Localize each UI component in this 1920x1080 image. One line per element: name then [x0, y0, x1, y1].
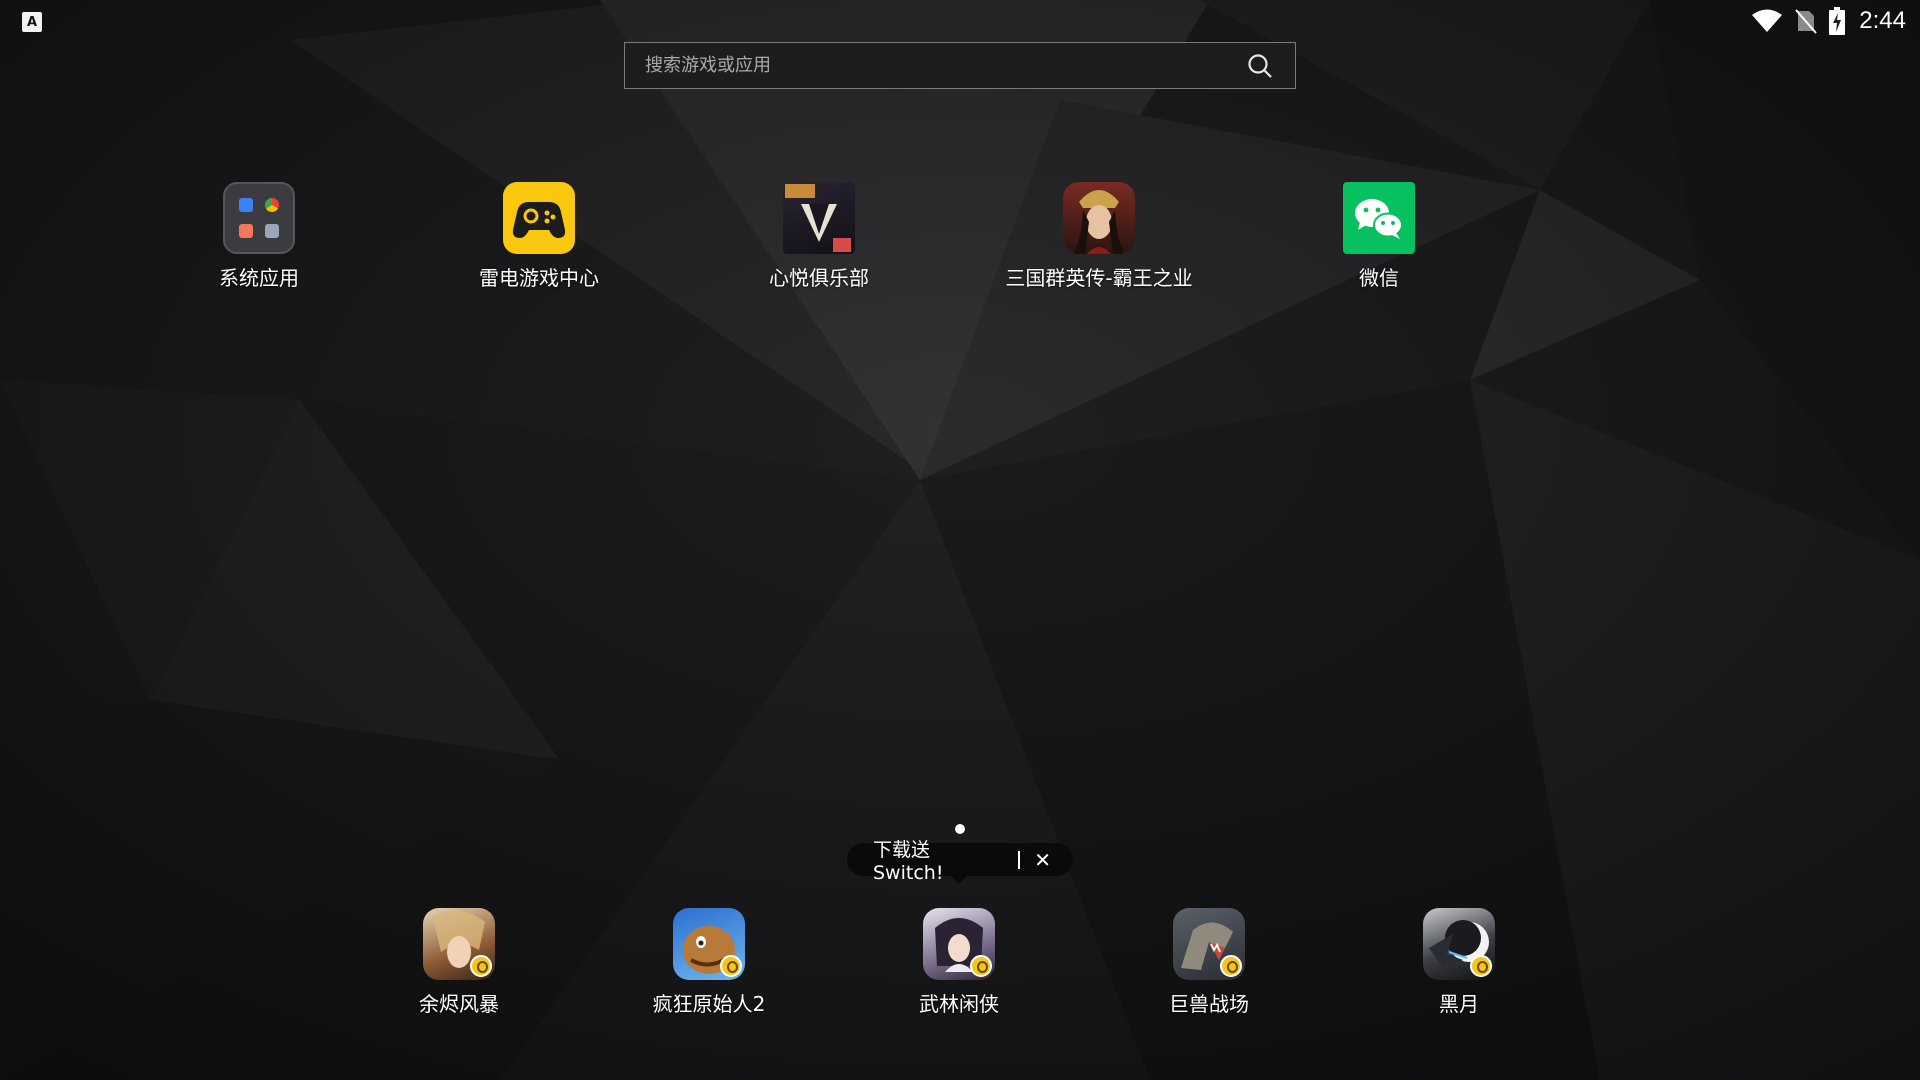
- app-system-apps[interactable]: 系统应用: [159, 182, 359, 291]
- clock: 2:44: [1859, 7, 1906, 34]
- gamepad-icon: [503, 182, 575, 254]
- notification-icon: A: [22, 12, 42, 32]
- battery-charging-icon: [1829, 7, 1846, 35]
- promo-tooltip[interactable]: 下载送Switch! ✕: [847, 839, 1073, 884]
- app-label: 黑月: [1439, 992, 1479, 1016]
- app-label: 疯狂原始人2: [652, 992, 766, 1016]
- game-icon: [1173, 908, 1245, 980]
- xinyue-club-icon: [783, 182, 855, 254]
- folder-icon: [223, 182, 295, 254]
- app-wechat[interactable]: 微信: [1279, 182, 1479, 291]
- app-label: 武林闲侠: [919, 992, 999, 1016]
- dock-app-3[interactable]: 武林闲侠: [859, 908, 1059, 1017]
- app-label: 巨兽战场: [1169, 992, 1249, 1016]
- app-label: 心悦俱乐部: [769, 266, 869, 290]
- game-center-badge-icon: [1470, 955, 1492, 977]
- promo-text[interactable]: 下载送Switch!: [873, 835, 1000, 884]
- dock-app-2[interactable]: 疯狂原始人2: [609, 908, 809, 1017]
- page-indicator: [955, 824, 965, 834]
- divider: [1018, 850, 1021, 869]
- no-sim-icon: [1795, 9, 1818, 34]
- dock-app-1[interactable]: 余烬风暴: [359, 908, 559, 1017]
- app-ldplayer-game-center[interactable]: 雷电游戏中心: [439, 182, 639, 291]
- wechat-icon: [1343, 182, 1415, 254]
- search-icon: [1248, 53, 1272, 78]
- game-icon: [1423, 908, 1495, 980]
- game-center-badge-icon: [970, 955, 992, 977]
- game-center-badge-icon: [720, 955, 742, 977]
- status-bar: 2:44: [1751, 6, 1906, 36]
- search-button[interactable]: [1245, 51, 1275, 81]
- app-xinyue-club[interactable]: 心悦俱乐部: [719, 182, 919, 291]
- game-icon: [923, 908, 995, 980]
- app-label: 余烬风暴: [419, 992, 499, 1016]
- dock-app-5[interactable]: 黑月: [1359, 908, 1559, 1017]
- game-center-badge-icon: [470, 955, 492, 977]
- game-icon: [673, 908, 745, 980]
- dock-app-4[interactable]: 巨兽战场: [1109, 908, 1309, 1017]
- search-bar[interactable]: [624, 42, 1296, 89]
- sanguo-game-icon: [1063, 182, 1135, 254]
- app-sanguo-game[interactable]: 三国群英传-霸王之业: [999, 182, 1199, 291]
- game-icon: [423, 908, 495, 980]
- app-label: 三国群英传-霸王之业: [1005, 266, 1193, 290]
- app-label: 雷电游戏中心: [479, 266, 599, 290]
- app-label: 微信: [1359, 266, 1399, 290]
- app-label: 系统应用: [219, 266, 299, 290]
- search-input[interactable]: [645, 55, 1245, 76]
- game-center-badge-icon: [1220, 955, 1242, 977]
- wifi-icon: [1752, 9, 1783, 32]
- close-icon[interactable]: ✕: [1034, 850, 1051, 870]
